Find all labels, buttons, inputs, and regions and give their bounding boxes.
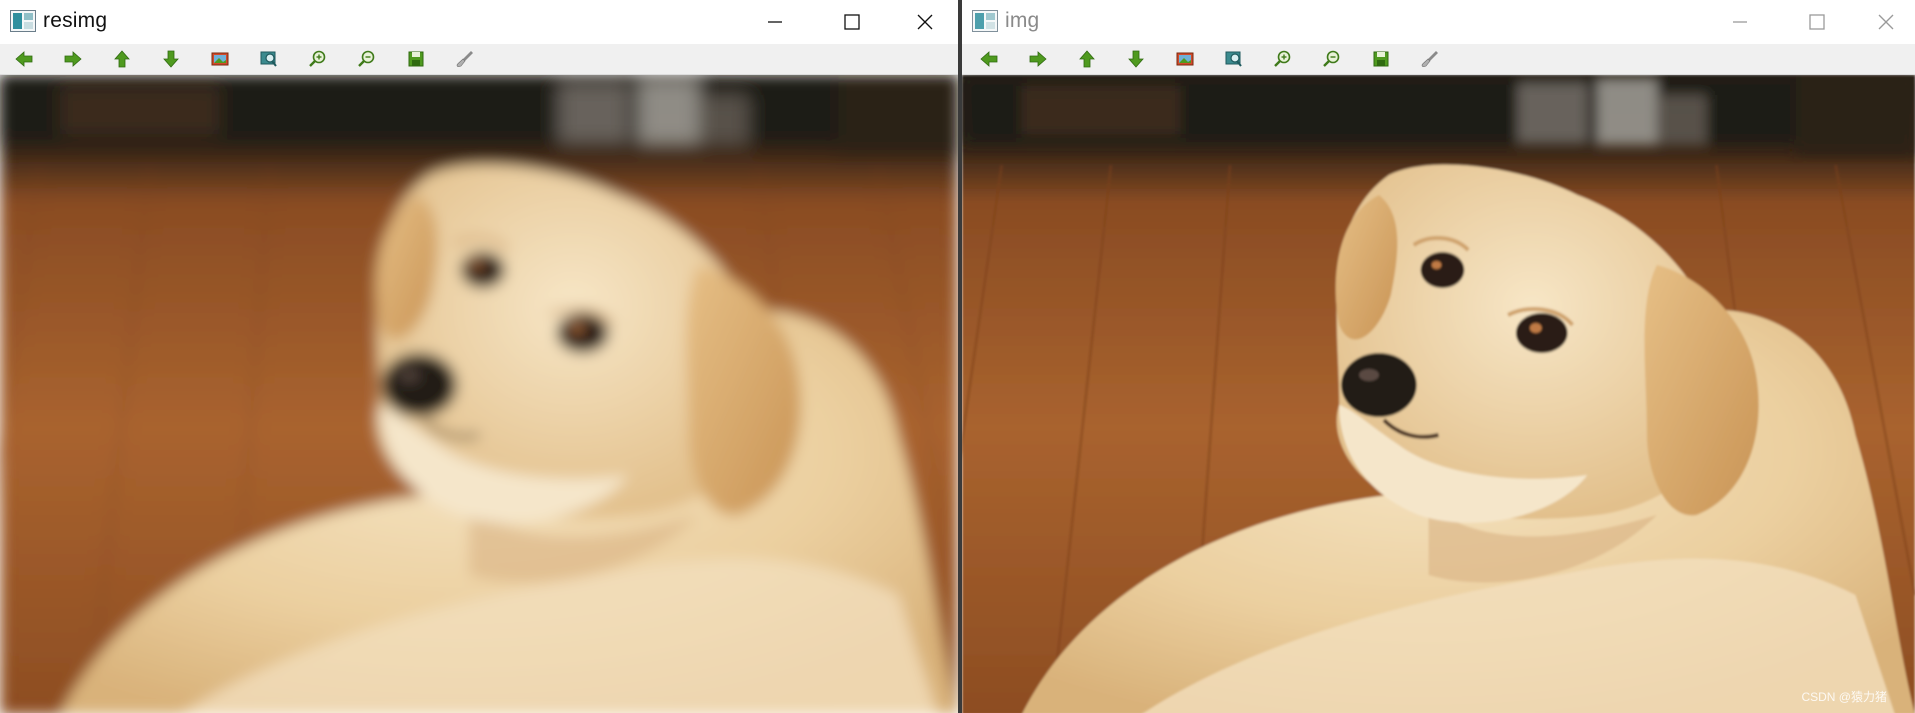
- close-button[interactable]: [896, 0, 954, 44]
- golden-retriever-photo: [962, 75, 1915, 713]
- minimize-button[interactable]: [746, 0, 804, 44]
- maximize-button[interactable]: [823, 0, 881, 44]
- zoom-in-icon[interactable]: [1271, 48, 1295, 70]
- watermark: CSDN @猿力猪: [1801, 690, 1887, 704]
- arrow-right-icon[interactable]: [1026, 48, 1050, 70]
- arrow-left-icon[interactable]: [12, 48, 36, 70]
- image-canvas[interactable]: [0, 75, 958, 713]
- app-window-icon: [10, 10, 36, 32]
- image-toolbar: [962, 44, 1915, 75]
- save-icon[interactable]: [1369, 48, 1393, 70]
- save-icon[interactable]: [404, 48, 428, 70]
- image-toolbar: [0, 44, 958, 75]
- window-img: img CSDN @猿力猪: [962, 0, 1915, 713]
- properties-brush-icon[interactable]: [1418, 48, 1442, 70]
- maximize-button[interactable]: [1788, 0, 1846, 44]
- zoom-out-icon[interactable]: [355, 48, 379, 70]
- zoom-region-icon[interactable]: [1222, 48, 1246, 70]
- arrow-up-icon[interactable]: [110, 48, 134, 70]
- golden-retriever-photo-blurred: [0, 75, 958, 713]
- titlebar[interactable]: img: [962, 0, 1915, 44]
- image-icon[interactable]: [1173, 48, 1197, 70]
- properties-brush-icon[interactable]: [453, 48, 477, 70]
- window-title: resimg: [43, 9, 108, 32]
- image-canvas[interactable]: CSDN @猿力猪: [962, 75, 1915, 713]
- zoom-region-icon[interactable]: [257, 48, 281, 70]
- arrow-left-icon[interactable]: [977, 48, 1001, 70]
- titlebar[interactable]: resimg: [0, 0, 958, 44]
- window-resimg: resimg: [0, 0, 958, 713]
- arrow-down-icon[interactable]: [159, 48, 183, 70]
- app-window-icon: [972, 10, 998, 32]
- close-button[interactable]: [1857, 0, 1915, 44]
- image-icon[interactable]: [208, 48, 232, 70]
- arrow-down-icon[interactable]: [1124, 48, 1148, 70]
- minimize-button[interactable]: [1711, 0, 1769, 44]
- zoom-in-icon[interactable]: [306, 48, 330, 70]
- window-title: img: [1005, 9, 1040, 32]
- zoom-out-icon[interactable]: [1320, 48, 1344, 70]
- arrow-up-icon[interactable]: [1075, 48, 1099, 70]
- arrow-right-icon[interactable]: [61, 48, 85, 70]
